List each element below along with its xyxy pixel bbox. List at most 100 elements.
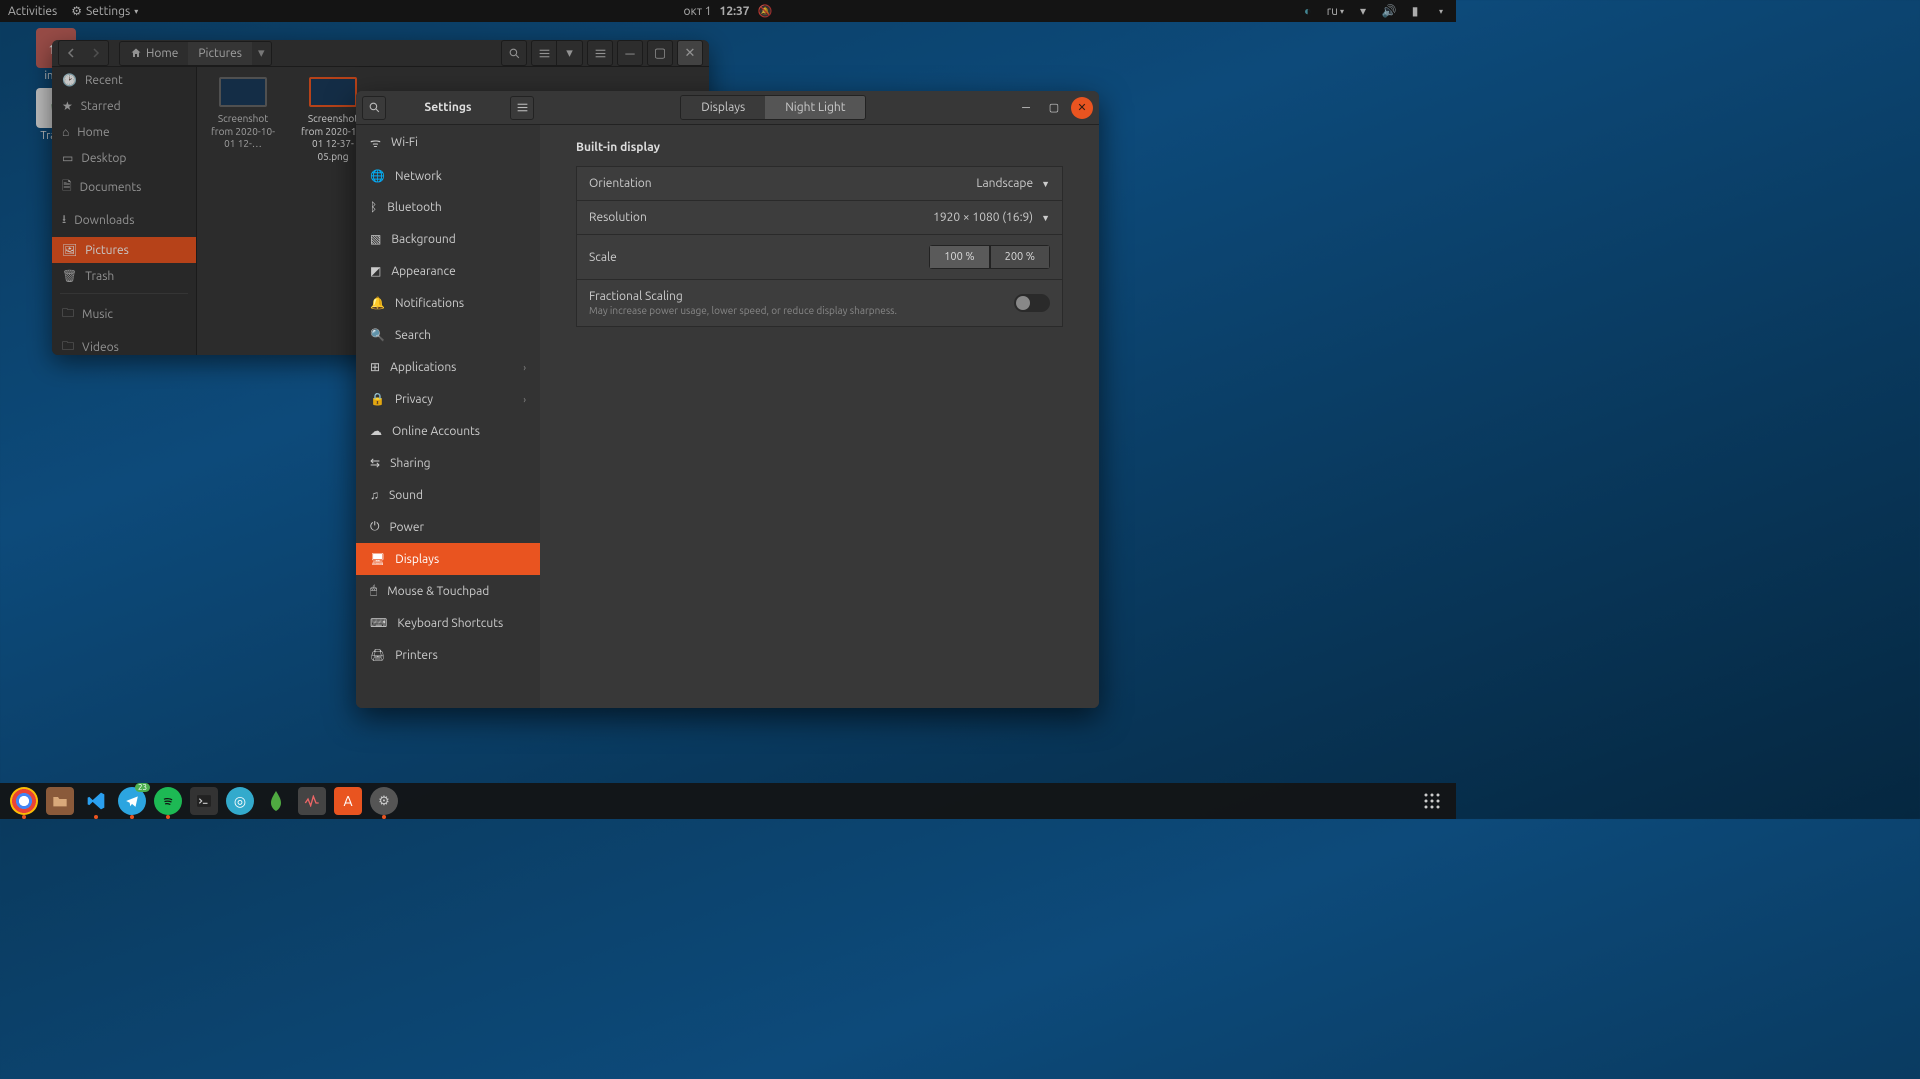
search-icon <box>508 47 521 60</box>
chevron-down-icon[interactable]: ▾ <box>1434 4 1448 18</box>
share-icon: ⇆ <box>370 456 380 470</box>
grid-icon <box>1423 792 1441 810</box>
sidebar-label: Pictures <box>85 244 129 257</box>
wifi-icon[interactable]: ▾ <box>1356 4 1370 18</box>
sidebar-videos[interactable]: 🗀Videos <box>52 331 196 355</box>
weather-icon[interactable]: ◐ <box>1301 4 1315 18</box>
sidebar-starred[interactable]: ★Starred <box>52 93 196 119</box>
sidebar-item-privacy[interactable]: 🔒Privacy› <box>356 383 540 415</box>
dock-files[interactable] <box>46 787 74 815</box>
search-button[interactable] <box>501 40 527 66</box>
close-button[interactable]: ✕ <box>1071 97 1093 119</box>
sidebar-item-label: Sound <box>389 489 423 502</box>
sidebar-label: Home <box>77 126 109 139</box>
view-dropdown[interactable]: ▾ <box>557 40 583 66</box>
home-icon <box>130 47 142 59</box>
dock-vscode[interactable] <box>82 787 110 815</box>
sidebar-item-mouse-touchpad[interactable]: 🖱Mouse & Touchpad <box>356 575 540 607</box>
maximize-button[interactable]: ▢ <box>647 40 673 66</box>
sidebar-item-notifications[interactable]: 🔔Notifications <box>356 287 540 319</box>
app-menu[interactable]: ⚙ Settings ▾ <box>71 4 138 18</box>
sidebar-pictures[interactable]: 🖼Pictures <box>52 237 196 263</box>
chevron-right-icon: › <box>523 394 526 405</box>
tab-displays[interactable]: Displays <box>681 96 765 119</box>
sidebar-item-printers[interactable]: 🖨Printers <box>356 639 540 671</box>
minimize-button[interactable]: ─ <box>1015 97 1037 119</box>
back-button[interactable] <box>58 40 84 66</box>
clock-time[interactable]: 12:37 <box>720 5 750 18</box>
sidebar-item-wifi[interactable]: ᯤWi-Fi <box>356 125 540 160</box>
show-applications-button[interactable] <box>1418 787 1446 815</box>
folder-icon: 🗀 <box>62 304 74 325</box>
maximize-button[interactable]: ▢ <box>1043 97 1065 119</box>
sidebar-item-appearance[interactable]: ◩Appearance <box>356 255 540 287</box>
sidebar-item-online-accounts[interactable]: ☁Online Accounts <box>356 415 540 447</box>
sidebar-label: Trash <box>85 270 114 283</box>
dock-spotify[interactable] <box>154 787 182 815</box>
sidebar-documents[interactable]: 🗎Documents <box>52 171 196 204</box>
path-dropdown[interactable]: ▾ <box>252 42 271 65</box>
dock-software[interactable]: A <box>334 787 362 815</box>
trash-icon: 🗑 <box>62 269 77 283</box>
dock-telegram[interactable]: 23 <box>118 787 146 815</box>
sidebar-trash[interactable]: 🗑 Trash <box>52 263 196 289</box>
sidebar-desktop[interactable]: ▭Desktop <box>52 145 196 171</box>
sidebar-item-sharing[interactable]: ⇆ Sharing <box>356 447 540 479</box>
sidebar-item-power[interactable]: ⏻Power <box>356 511 540 543</box>
sidebar-item-label: Sharing <box>390 457 431 470</box>
hamburger-menu-button[interactable] <box>510 96 534 120</box>
displays-icon: 🖥 <box>370 552 385 566</box>
view-list-button[interactable] <box>531 40 557 66</box>
top-bar: Activities ⚙ Settings ▾ окт 1 12:37 🔕 ◐ … <box>0 0 1456 22</box>
search-button[interactable] <box>362 96 386 120</box>
sidebar-item-background[interactable]: ▧Background <box>356 223 540 255</box>
dock-app-green[interactable]: ◎ <box>226 787 254 815</box>
tab-night-light[interactable]: Night Light <box>765 96 865 119</box>
dock-terminal[interactable] <box>190 787 218 815</box>
sidebar-item-bluetooth[interactable]: ᛒBluetooth <box>356 192 540 223</box>
sidebar-home[interactable]: ⌂Home <box>52 119 196 145</box>
fractional-scaling-row: Fractional Scaling May increase power us… <box>576 280 1063 327</box>
sidebar-downloads[interactable]: ⭳Downloads <box>52 204 196 237</box>
file-item[interactable]: Screenshot from 2020-10-01 12-… <box>207 77 279 151</box>
sidebar-label: Videos <box>82 341 119 354</box>
path-bar[interactable]: Home Pictures ▾ <box>119 41 272 66</box>
activities-button[interactable]: Activities <box>8 5 57 18</box>
dock-settings[interactable]: ⚙ <box>370 787 398 815</box>
minimize-button[interactable]: ─ <box>617 40 643 66</box>
sidebar-item-search[interactable]: 🔍Search <box>356 319 540 351</box>
dock-system-monitor[interactable] <box>298 787 326 815</box>
app-menu-label: Settings <box>86 5 130 18</box>
dock-mongodb[interactable] <box>262 787 290 815</box>
sidebar-item-applications[interactable]: ⊞Applications› <box>356 351 540 383</box>
close-button[interactable]: ✕ <box>677 40 703 66</box>
volume-icon[interactable]: 🔊 <box>1382 4 1396 18</box>
path-home[interactable]: Home <box>120 42 188 65</box>
dock-chrome[interactable] <box>10 787 38 815</box>
sidebar-item-keyboard[interactable]: ⌨Keyboard Shortcuts <box>356 607 540 639</box>
sidebar-label: Desktop <box>81 152 126 165</box>
sidebar-item-displays[interactable]: 🖥Displays <box>356 543 540 575</box>
downloads-icon: ⭳ <box>62 210 66 231</box>
scale-200-button[interactable]: 200 % <box>990 245 1050 269</box>
fractional-scaling-toggle[interactable] <box>1014 294 1050 312</box>
sidebar-item-label: Mouse & Touchpad <box>387 585 489 598</box>
language-indicator[interactable]: ru ▾ <box>1327 5 1344 18</box>
sidebar-recent[interactable]: 🕑Recent <box>52 67 196 93</box>
clock-date[interactable]: окт 1 <box>683 5 711 18</box>
row-label: Resolution <box>589 211 647 224</box>
sidebar-item-network[interactable]: 🌐Network <box>356 160 540 192</box>
file-thumbnail <box>219 77 267 107</box>
scale-100-button[interactable]: 100 % <box>929 245 989 269</box>
path-pictures[interactable]: Pictures <box>188 42 252 65</box>
forward-button[interactable] <box>83 40 109 66</box>
sidebar-music[interactable]: 🗀Music <box>52 298 196 331</box>
orientation-row[interactable]: Orientation Landscape ▼ <box>576 166 1063 201</box>
notifications-muted-icon[interactable]: 🔕 <box>758 4 773 18</box>
hamburger-menu-button[interactable] <box>587 40 613 66</box>
resolution-row[interactable]: Resolution 1920 × 1080 (16:9) ▼ <box>576 201 1063 235</box>
battery-icon[interactable]: ▮ <box>1408 4 1422 18</box>
sidebar-item-sound[interactable]: ♫Sound <box>356 479 540 511</box>
settings-main: Displays Night Light ─ ▢ ✕ Built-in disp… <box>540 91 1099 708</box>
row-label: Fractional Scaling <box>589 290 897 303</box>
